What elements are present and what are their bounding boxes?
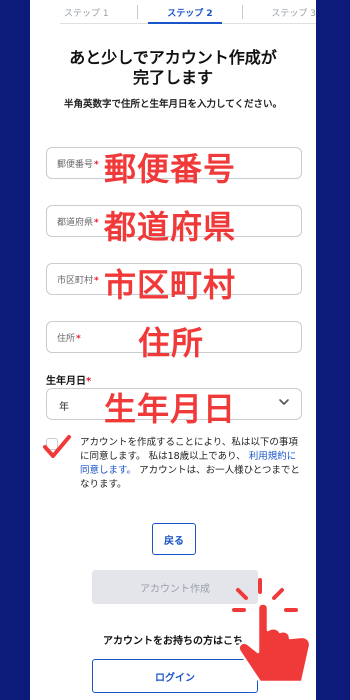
- required-mark: *: [94, 218, 99, 228]
- postal-code-annotation: 郵便番号: [104, 150, 237, 188]
- checkmark-icon: [43, 435, 71, 458]
- title-line-1: あと少しでアカウント作成が: [69, 48, 277, 67]
- city-annotation: 市区町村: [104, 266, 237, 304]
- page-subtitle: 半角英数字で住所と生年月日を入力してください。: [64, 99, 282, 110]
- form-panel: ステップ 1 ステップ 2 ステップ 3 あと少しでアカウント作成が 完了します…: [30, 0, 316, 700]
- page-title: あと少しでアカウント作成が 完了します: [30, 48, 316, 88]
- prefecture-label: 都道府県*: [57, 218, 99, 228]
- back-button[interactable]: 戻る: [152, 523, 196, 555]
- dob-label: 生年月日*: [46, 376, 92, 387]
- step-2[interactable]: ステップ 2: [163, 6, 216, 19]
- prefecture-annotation: 都道府県: [104, 208, 237, 246]
- required-mark: *: [76, 334, 81, 344]
- title-line-2: 完了します: [132, 68, 213, 87]
- required-mark: *: [86, 376, 92, 387]
- step-1[interactable]: ステップ 1: [60, 6, 113, 19]
- step-divider: [137, 5, 139, 19]
- required-mark: *: [94, 276, 99, 286]
- step-3[interactable]: ステップ 3: [267, 6, 316, 19]
- step-indicator: ステップ 1 ステップ 2 ステップ 3: [60, 0, 316, 24]
- address-annotation: 住所: [138, 324, 205, 362]
- city-label: 市区町村*: [57, 276, 99, 286]
- step-divider: [241, 5, 243, 19]
- tap-pointer-icon: [232, 578, 312, 684]
- dob-annotation: 生年月日: [104, 390, 237, 428]
- agreement-text: アカウントを作成することにより、私は以下の事項に同意します。 私は18歳以上であ…: [80, 436, 302, 492]
- postal-code-label: 郵便番号*: [57, 160, 99, 170]
- step-active-underline: [148, 22, 222, 24]
- dob-year-value: 年: [59, 402, 69, 413]
- address-label: 住所*: [57, 334, 81, 344]
- required-mark: *: [94, 160, 99, 170]
- chevron-down-icon: [279, 399, 289, 405]
